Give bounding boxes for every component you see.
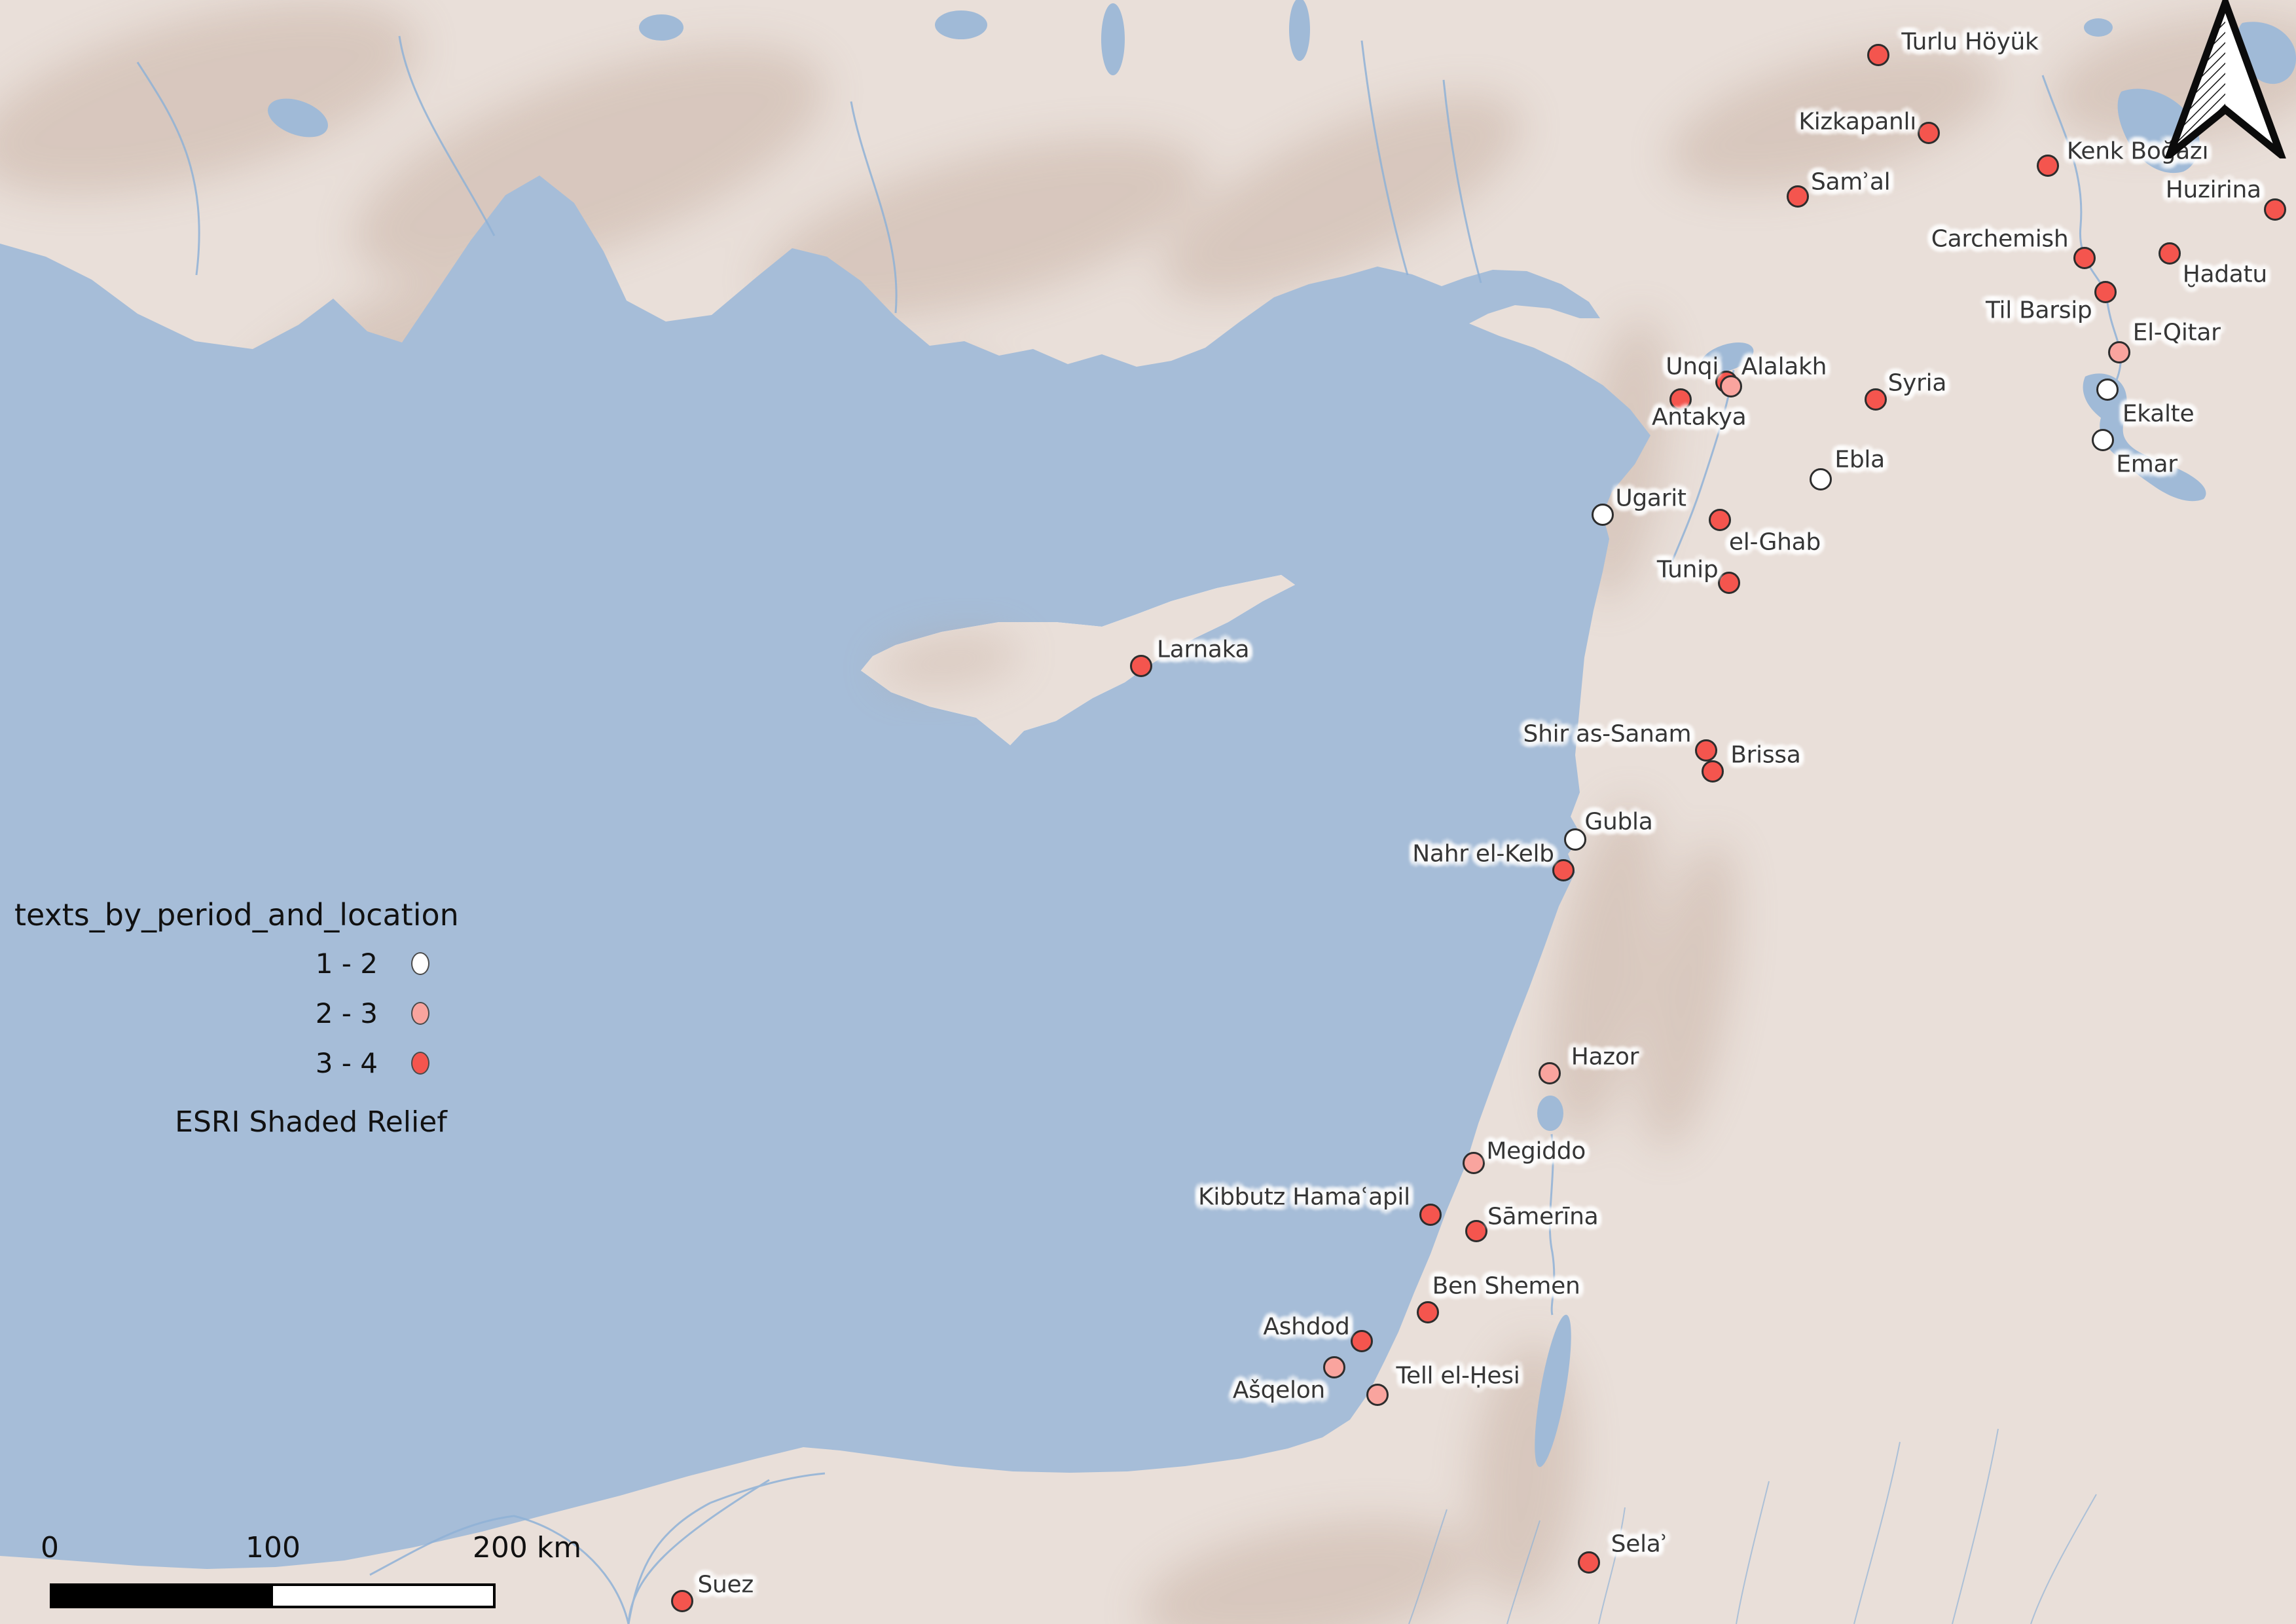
site-marker-syria[interactable] bbox=[1865, 388, 1887, 411]
site-label-sam-al: Samʾal bbox=[1811, 168, 1890, 195]
legend-class-row-3: 3 - 4 bbox=[0, 1045, 458, 1082]
site-marker-el-qitar[interactable] bbox=[2108, 341, 2130, 363]
site-marker-sam-al[interactable] bbox=[1787, 185, 1809, 208]
site-label-el-qitar: El-Qitar bbox=[2133, 320, 2221, 346]
site-label-hazor: Hazor bbox=[1571, 1044, 1639, 1071]
site-marker-ben-shemen[interactable] bbox=[1417, 1301, 1439, 1323]
site-label-ben-shemen: Ben Shemen bbox=[1432, 1273, 1580, 1300]
legend-class-row-2: 2 - 3 bbox=[0, 995, 458, 1032]
site-label-sela: Selaʾ bbox=[1611, 1531, 1668, 1558]
site-label-kizkapanl: Kizkapanlı bbox=[1798, 109, 1916, 136]
site-label-nahr-el-kelb: Nahr el-Kelb bbox=[1412, 841, 1554, 868]
site-label-ashdod: Ashdod bbox=[1263, 1314, 1349, 1340]
site-marker-hadatu[interactable] bbox=[2159, 242, 2181, 265]
legend-class-label-1: 1 - 2 bbox=[0, 946, 378, 982]
site-marker-larnaka[interactable] bbox=[1130, 655, 1152, 677]
site-label-alalakh: Alalakh bbox=[1741, 354, 1827, 380]
site-label-til-barsip: Til Barsip bbox=[1986, 297, 2092, 323]
site-marker-suez[interactable] bbox=[671, 1590, 693, 1612]
site-label-asqelon: Ašqelon bbox=[1233, 1376, 1325, 1403]
site-label-emar: Emar bbox=[2116, 451, 2177, 478]
site-marker-asqelon[interactable] bbox=[1323, 1356, 1345, 1378]
scale-bar-graphic bbox=[50, 1583, 496, 1608]
site-marker-kenk-bogaz[interactable] bbox=[2037, 155, 2059, 177]
site-marker-tunip[interactable] bbox=[1718, 572, 1740, 594]
site-label-ugarit: Ugarit bbox=[1615, 485, 1686, 512]
site-marker-huzirina[interactable] bbox=[2264, 198, 2286, 221]
site-marker-kibbutz-hama-apil[interactable] bbox=[1419, 1204, 1442, 1226]
site-label-el-ghab: el-Ghab bbox=[1729, 529, 1821, 556]
site-marker-turlu-hoyuk[interactable] bbox=[1867, 44, 1889, 66]
site-label-syria: Syria bbox=[1888, 370, 1947, 397]
scale-tick-0: 0 bbox=[41, 1531, 59, 1564]
site-marker-alalakh[interactable] bbox=[1720, 375, 1742, 397]
site-label-kibbutz-hama-apil: Kibbutz Hamaʿapil bbox=[1198, 1183, 1410, 1210]
site-marker-hazor[interactable] bbox=[1539, 1062, 1561, 1084]
site-marker-shir-as-sanam[interactable] bbox=[1695, 739, 1717, 762]
legend-class-swatch-1 bbox=[411, 952, 429, 975]
site-label-ebla: Ebla bbox=[1834, 446, 1884, 473]
site-label-gubla: Gubla bbox=[1584, 808, 1652, 835]
site-label-tell-el-hesi: Tell el-Ḥesi bbox=[1396, 1362, 1520, 1389]
legend-title: texts_by_period_and_location bbox=[14, 897, 459, 932]
site-marker-kizkapanl[interactable] bbox=[1918, 122, 1940, 144]
site-marker-emar[interactable] bbox=[2092, 429, 2114, 451]
site-label-megiddo: Megiddo bbox=[1486, 1138, 1586, 1165]
scale-bar: 0 100 200 km bbox=[50, 1531, 574, 1623]
site-marker-gubla[interactable] bbox=[1564, 828, 1586, 851]
site-marker-ebla[interactable] bbox=[1810, 468, 1832, 490]
site-marker-ashdod[interactable] bbox=[1351, 1330, 1373, 1352]
site-marker-nahr-el-kelb[interactable] bbox=[1552, 859, 1575, 881]
site-marker-brissa[interactable] bbox=[1702, 760, 1724, 783]
map-legend: texts_by_period_and_location 1 - 2 2 - 3… bbox=[0, 884, 642, 1166]
map-canvas[interactable]: Turlu HöyükKizkapanlıKenk BoğazıSamʾalHu… bbox=[0, 0, 2296, 1624]
scale-tick-200: 200 km bbox=[473, 1531, 581, 1564]
legend-basemap-label: ESRI Shaded Relief bbox=[0, 1105, 622, 1139]
site-label-unqi: Unqi bbox=[1666, 354, 1719, 380]
scale-tick-100: 100 bbox=[246, 1531, 301, 1564]
legend-class-swatch-3 bbox=[411, 1052, 429, 1075]
legend-class-swatch-2 bbox=[411, 1002, 429, 1025]
site-label-brissa: Brissa bbox=[1730, 742, 1800, 769]
site-label-antakya: Antakya bbox=[1652, 404, 1746, 431]
scale-bar-black-segment bbox=[52, 1586, 273, 1606]
site-marker-til-barsip[interactable] bbox=[2094, 281, 2117, 303]
site-label-turlu-hoyuk: Turlu Höyük bbox=[1901, 29, 2038, 56]
site-label-samerina: Sāmerīna bbox=[1487, 1203, 1598, 1230]
north-arrow-icon bbox=[2164, 0, 2286, 158]
legend-class-label-2: 2 - 3 bbox=[0, 995, 378, 1032]
legend-class-row-1: 1 - 2 bbox=[0, 946, 458, 982]
site-marker-ekalte[interactable] bbox=[2096, 378, 2119, 401]
site-label-ekalte: Ekalte bbox=[2123, 401, 2195, 428]
site-marker-tell-el-hesi[interactable] bbox=[1366, 1384, 1389, 1406]
site-label-huzirina: Huzirina bbox=[2166, 177, 2261, 204]
site-marker-el-ghab[interactable] bbox=[1709, 509, 1731, 531]
site-label-tunip: Tunip bbox=[1657, 557, 1719, 583]
site-label-carchemish: Carchemish bbox=[1931, 225, 2069, 252]
site-marker-samerina[interactable] bbox=[1465, 1220, 1487, 1242]
site-marker-sela[interactable] bbox=[1578, 1551, 1600, 1574]
site-marker-carchemish[interactable] bbox=[2073, 247, 2096, 269]
site-label-hadatu: Ḫadatu bbox=[2183, 261, 2267, 288]
site-marker-megiddo[interactable] bbox=[1463, 1152, 1485, 1174]
site-label-shir-as-sanam: Shir as-Sanam bbox=[1523, 720, 1692, 747]
site-label-suez: Suez bbox=[697, 1572, 754, 1598]
site-label-larnaka: Larnaka bbox=[1157, 637, 1249, 663]
legend-class-label-3: 3 - 4 bbox=[0, 1045, 378, 1082]
site-marker-ugarit[interactable] bbox=[1592, 504, 1614, 526]
